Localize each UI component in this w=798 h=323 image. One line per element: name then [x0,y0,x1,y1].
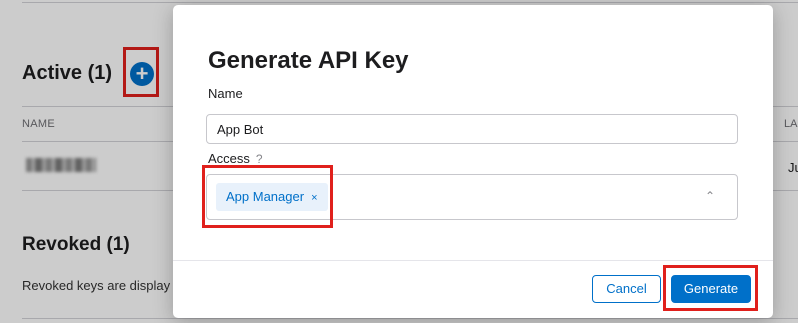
cancel-button[interactable]: Cancel [592,275,661,303]
access-label-row: Access? [208,151,263,166]
access-label: Access [208,151,250,166]
annotation-box-generate [663,265,758,311]
chevron-up-icon[interactable]: ⌃ [705,189,715,203]
help-icon[interactable]: ? [256,152,263,166]
generate-api-key-dialog: Generate API Key Name Access? App Manage… [173,5,773,318]
name-label: Name [208,86,243,101]
footer-divider [173,260,773,261]
dialog-title: Generate API Key [208,47,409,74]
name-input[interactable] [206,114,738,144]
annotation-box-access [202,165,333,228]
